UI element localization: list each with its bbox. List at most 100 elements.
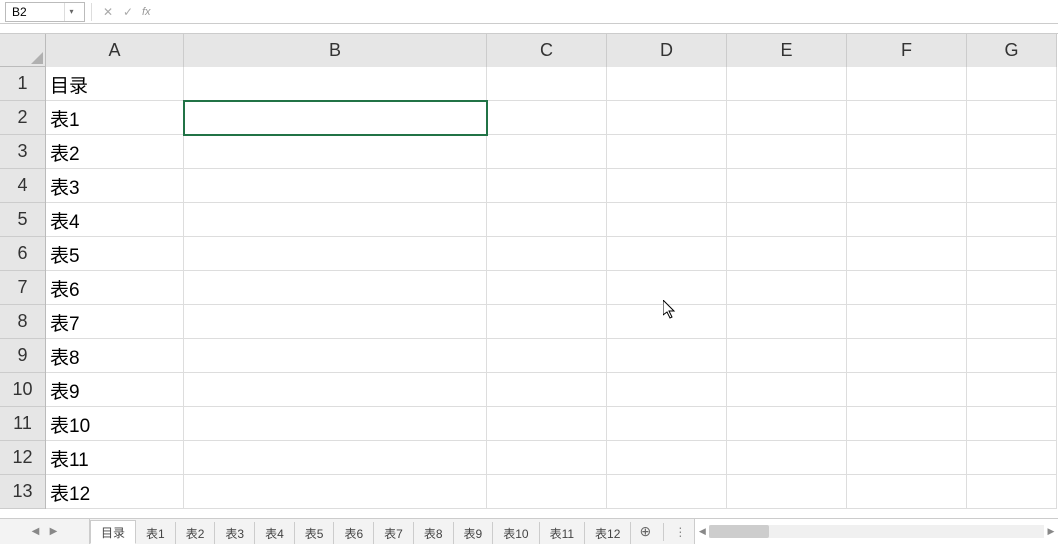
sheet-tab[interactable]: 表12 [585, 522, 631, 544]
cell[interactable] [967, 373, 1057, 407]
cell[interactable] [847, 305, 967, 339]
cell[interactable] [607, 101, 727, 135]
column-header-G[interactable]: G [967, 34, 1057, 67]
cell[interactable] [487, 169, 607, 203]
cell[interactable] [184, 203, 487, 237]
cell[interactable] [184, 339, 487, 373]
column-header-E[interactable]: E [727, 34, 847, 67]
cell[interactable] [727, 271, 847, 305]
cell[interactable]: 表5 [46, 237, 184, 271]
cell[interactable] [727, 169, 847, 203]
scroll-thumb[interactable] [709, 525, 769, 538]
sheet-tab[interactable]: 表5 [295, 522, 335, 544]
cell[interactable] [607, 271, 727, 305]
cell[interactable] [607, 203, 727, 237]
row-header-11[interactable]: 11 [0, 407, 45, 441]
cell[interactable] [607, 169, 727, 203]
cell[interactable]: 表11 [46, 441, 184, 475]
cell[interactable] [607, 305, 727, 339]
sheet-tab[interactable]: 表2 [176, 522, 216, 544]
cell[interactable] [967, 305, 1057, 339]
cell[interactable]: 表12 [46, 475, 184, 509]
cell[interactable] [487, 475, 607, 509]
sheet-tab[interactable]: 表11 [540, 522, 585, 544]
name-box-dropdown-icon[interactable]: ▾ [64, 3, 78, 21]
cancel-button[interactable]: ✕ [98, 2, 118, 22]
cell[interactable] [184, 169, 487, 203]
confirm-button[interactable]: ✓ [118, 2, 138, 22]
sheet-tab[interactable]: 表10 [493, 522, 539, 544]
cell[interactable]: 目录 [46, 67, 184, 101]
cell[interactable] [487, 67, 607, 101]
cell[interactable] [847, 101, 967, 135]
cell[interactable] [487, 373, 607, 407]
cell[interactable] [727, 441, 847, 475]
cell[interactable] [967, 271, 1057, 305]
grid-body[interactable]: 目录表1表2表3表4表5表6表7表8表9表10表11表12 [46, 67, 1057, 509]
sheet-tab[interactable]: 表6 [334, 522, 374, 544]
sheet-tab[interactable]: 表9 [454, 522, 494, 544]
row-header-8[interactable]: 8 [0, 305, 45, 339]
cell[interactable] [607, 339, 727, 373]
cell[interactable] [727, 373, 847, 407]
cell[interactable] [184, 101, 487, 135]
new-sheet-button[interactable]: ⊕ [631, 523, 659, 540]
cell[interactable]: 表8 [46, 339, 184, 373]
cell[interactable] [967, 203, 1057, 237]
column-header-D[interactable]: D [607, 34, 727, 67]
cell[interactable] [847, 169, 967, 203]
sheet-tab[interactable]: 表3 [215, 522, 255, 544]
cell[interactable] [727, 101, 847, 135]
cell[interactable] [847, 67, 967, 101]
cell[interactable] [847, 339, 967, 373]
nav-prev-icon[interactable]: ◀ [29, 525, 43, 539]
column-header-A[interactable]: A [46, 34, 184, 67]
cell[interactable] [487, 305, 607, 339]
sheet-tab[interactable]: 表4 [255, 522, 295, 544]
column-header-C[interactable]: C [487, 34, 607, 67]
cell[interactable] [967, 237, 1057, 271]
formula-input[interactable] [155, 2, 1058, 22]
cell[interactable] [184, 67, 487, 101]
cell[interactable] [184, 407, 487, 441]
row-header-5[interactable]: 5 [0, 203, 45, 237]
cell[interactable] [487, 237, 607, 271]
cell[interactable] [487, 135, 607, 169]
scroll-right-icon[interactable]: ▶ [1044, 519, 1058, 544]
column-header-B[interactable]: B [184, 34, 487, 67]
cell[interactable] [184, 441, 487, 475]
cell[interactable] [847, 271, 967, 305]
cell[interactable] [967, 475, 1057, 509]
cell[interactable] [967, 169, 1057, 203]
row-header-9[interactable]: 9 [0, 339, 45, 373]
cell[interactable] [607, 373, 727, 407]
cell[interactable] [967, 135, 1057, 169]
row-header-1[interactable]: 1 [0, 67, 45, 101]
cell[interactable]: 表7 [46, 305, 184, 339]
column-header-F[interactable]: F [847, 34, 967, 67]
cell[interactable] [727, 407, 847, 441]
cell[interactable] [184, 237, 487, 271]
sheet-tab[interactable]: 表1 [136, 522, 176, 544]
cell[interactable] [847, 441, 967, 475]
cell[interactable] [607, 475, 727, 509]
cell[interactable] [847, 135, 967, 169]
cell[interactable] [487, 407, 607, 441]
cell[interactable] [487, 441, 607, 475]
cell[interactable] [847, 237, 967, 271]
cell[interactable] [727, 135, 847, 169]
cell[interactable] [487, 203, 607, 237]
row-header-6[interactable]: 6 [0, 237, 45, 271]
cell[interactable]: 表6 [46, 271, 184, 305]
cell[interactable] [727, 339, 847, 373]
row-header-7[interactable]: 7 [0, 271, 45, 305]
cell[interactable] [487, 271, 607, 305]
cell[interactable] [184, 305, 487, 339]
cell[interactable] [727, 237, 847, 271]
cell[interactable] [727, 67, 847, 101]
row-header-4[interactable]: 4 [0, 169, 45, 203]
nav-next-icon[interactable]: ▶ [47, 525, 61, 539]
row-header-3[interactable]: 3 [0, 135, 45, 169]
cell[interactable] [727, 203, 847, 237]
select-all-corner[interactable] [0, 34, 46, 67]
